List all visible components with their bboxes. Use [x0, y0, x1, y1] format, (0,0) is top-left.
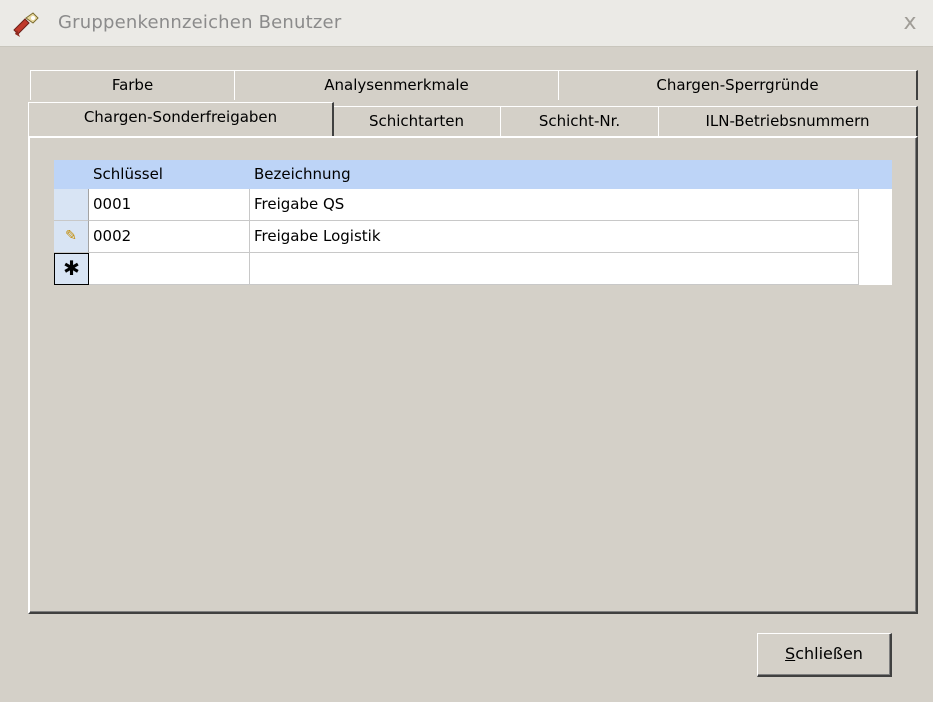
close-button-label: chließen — [795, 644, 863, 663]
table-row[interactable]: ✎ 0002 Freigabe Logistik — [54, 221, 892, 253]
cell-bezeichnung[interactable]: Freigabe QS — [250, 189, 859, 221]
tab-label: Schicht-Nr. — [538, 112, 621, 130]
tab-label: Schichtarten — [368, 112, 465, 130]
tab-schichtarten[interactable]: Schichtarten — [332, 106, 502, 136]
window-title: Gruppenkennzeichen Benutzer — [58, 12, 342, 33]
tab-farbe[interactable]: Farbe — [30, 70, 236, 100]
cell-schluessel[interactable] — [89, 253, 250, 285]
tab-label: Analysenmerkmale — [324, 76, 469, 94]
close-icon[interactable]: x — [897, 10, 923, 36]
new-record-row[interactable]: ✱ — [54, 253, 892, 285]
tab-iln-betriebsnummern[interactable]: ILN-Betriebsnummern — [658, 106, 918, 136]
header-selector[interactable] — [54, 160, 89, 189]
tab-analysenmerkmale[interactable]: Analysenmerkmale — [234, 70, 560, 100]
cell-schluessel[interactable]: 0002 — [89, 221, 250, 253]
tab-label: Chargen-Sonderfreigaben — [83, 108, 278, 126]
tab-chargen-sonderfreigaben[interactable]: Chargen-Sonderfreigaben — [28, 102, 334, 136]
pencil-edit-icon: ✎ — [65, 228, 77, 244]
datasheet-grid: Schlüssel Bezeichnung 0001 Freigabe QS ✎… — [54, 160, 892, 285]
new-record-asterisk-icon[interactable]: ✱ — [54, 253, 89, 285]
tab-label: Chargen-Sperrgründe — [656, 76, 819, 94]
app-key-icon — [13, 12, 39, 37]
schliessen-button[interactable]: Schließen — [757, 633, 892, 677]
row-selector[interactable]: ✎ — [54, 221, 89, 253]
close-button-accesskey: S — [785, 644, 796, 663]
cell-bezeichnung[interactable]: Freigabe Logistik — [250, 221, 859, 253]
column-header-bezeichnung[interactable]: Bezeichnung — [250, 160, 892, 189]
cell-schluessel[interactable]: 0001 — [89, 189, 250, 221]
cell-bezeichnung[interactable] — [250, 253, 859, 285]
grid-header: Schlüssel Bezeichnung — [54, 160, 892, 189]
tab-schicht-nr[interactable]: Schicht-Nr. — [500, 106, 660, 136]
title-bar: Gruppenkennzeichen Benutzer x — [0, 0, 933, 47]
column-header-schluessel[interactable]: Schlüssel — [89, 160, 250, 189]
tab-chargen-sperrgruende[interactable]: Chargen-Sperrgründe — [558, 70, 918, 100]
table-row[interactable]: 0001 Freigabe QS — [54, 189, 892, 221]
row-selector[interactable] — [54, 189, 89, 221]
tab-label: Farbe — [111, 76, 154, 94]
tab-label: ILN-Betriebsnummern — [705, 112, 870, 130]
